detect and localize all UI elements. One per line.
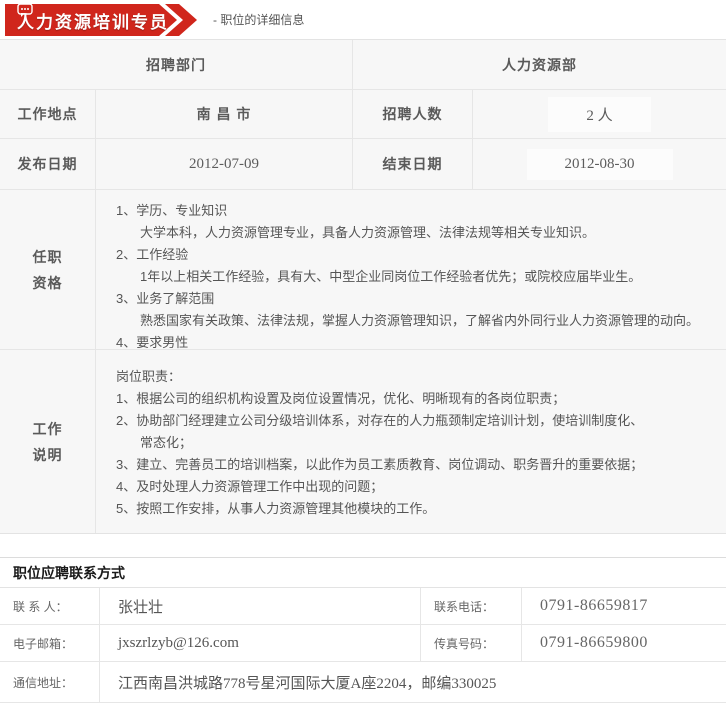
job-title-ribbon: 人力资源培训专员 [5,3,205,37]
phone-label: 联系电话： [421,588,522,625]
headcount-value: 2 人 [473,90,726,139]
description-line: 3、建立、完善员工的培训档案，以此作为员工素质教育、岗位调动、职务晋升的重要依据… [116,454,643,476]
qualification-line: 1、学历、专业知识 [116,200,227,222]
recruit-dept-label: 招聘部门 [0,40,353,90]
contact-name-value: 张壮壮 [100,588,421,625]
contact-section: 职位应聘联系方式 联 系 人： 张壮壮 联系电话： 0791-86659817 … [0,557,726,703]
location-value: 南 昌 市 [96,90,353,139]
fax-value: 0791-86659800 [522,625,726,662]
job-description-content: 岗位职责： 1、根据公司的组织机构设置及岗位设置情况，优化、明晰现有的各岗位职责… [96,350,726,533]
address-label: 通信地址： [0,662,100,703]
contact-section-title: 职位应聘联系方式 [0,558,726,588]
qualification-line: 熟悉国家有关政策、法律法规，掌握人力资源管理知识，了解省内外同行业人力资源管理的… [116,310,699,332]
phone-value: 0791-86659817 [522,588,726,625]
end-date-label: 结束日期 [353,139,473,190]
email-value: jxszrlzyb@126.com [100,625,421,662]
description-line: 4、及时处理人力资源管理工作中出现的问题； [116,476,383,498]
description-line: 2、协助部门经理建立公司分级培训体系，对存在的人力瓶颈制定培训计划，使培训制度化… [116,410,643,432]
recruit-dept-value: 人力资源部 [353,40,726,90]
email-label: 电子邮箱： [0,625,100,662]
contact-table: 联 系 人： 张壮壮 联系电话： 0791-86659817 电子邮箱： jxs… [0,588,726,703]
qualification-line: 1年以上相关工作经验，具有大、中型企业同岗位工作经验者优先；或院校应届毕业生。 [116,266,641,288]
job-detail-table: 招聘部门 人力资源部 工作地点 南 昌 市 招聘人数 2 人 发布日期 2012… [0,39,726,534]
description-line: 5、按照工作安排，从事人力资源管理其他模块的工作。 [116,498,435,520]
section-gap [0,534,726,557]
page-header: 人力资源培训专员 - 职位的详细信息 [0,0,726,39]
speech-bubble-icon [17,3,34,18]
location-label: 工作地点 [0,90,96,139]
qualification-line: 2、工作经验 [116,244,188,266]
description-line: 岗位职责： [116,366,181,388]
headcount-label: 招聘人数 [353,90,473,139]
fax-label: 传真号码： [421,625,522,662]
publish-date-label: 发布日期 [0,139,96,190]
contact-name-label: 联 系 人： [0,588,100,625]
description-line: 常态化； [116,432,192,454]
qualification-label: 任职 资格 [0,190,96,350]
description-line: 1、根据公司的组织机构设置及岗位设置情况，优化、明晰现有的各岗位职责； [116,388,565,410]
end-date-value: 2012-08-30 [473,139,726,190]
job-title: 人力资源培训专员 [17,8,169,33]
qualification-line: 3、业务了解范围 [116,288,214,310]
publish-date-value: 2012-07-09 [96,139,353,190]
qualification-line: 大学本科，人力资源管理专业，具备人力资源管理、法律法规等相关专业知识。 [116,222,595,244]
job-description-label: 工作 说明 [0,350,96,533]
qualification-content: 1、学历、专业知识 大学本科，人力资源管理专业，具备人力资源管理、法律法规等相关… [96,190,726,350]
address-value: 江西南昌洪城路778号星河国际大厦A座2204，邮编330025 [100,662,726,703]
page-subtitle: - 职位的详细信息 [213,11,304,28]
